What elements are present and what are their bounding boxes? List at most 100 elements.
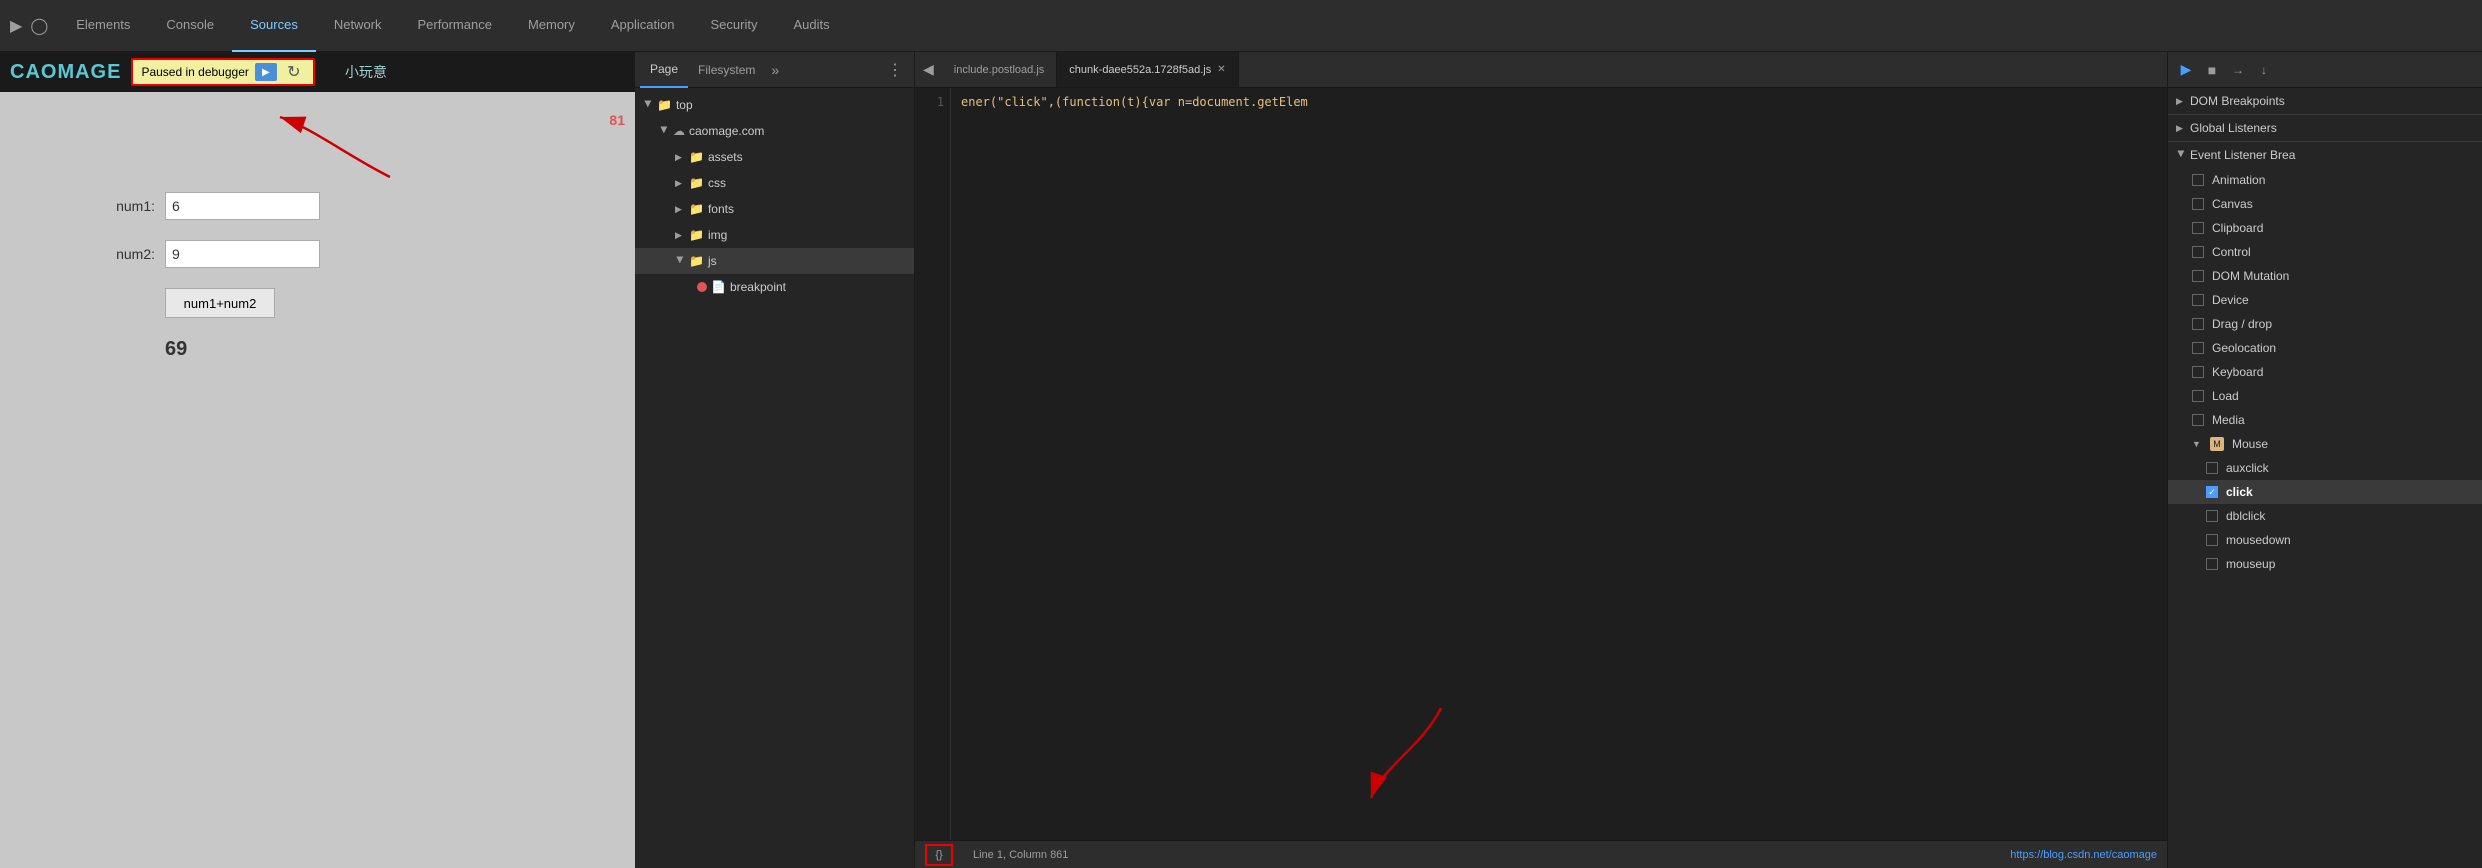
editor-tab-postload[interactable]: include.postload.js: [942, 52, 1058, 88]
tab-elements[interactable]: Elements: [58, 0, 148, 52]
load-checkbox[interactable]: [2192, 390, 2204, 402]
control-checkbox[interactable]: [2192, 246, 2204, 258]
filetree-tab-page[interactable]: Page: [640, 52, 688, 88]
devtools-topbar: ▶ ◯ Elements Console Sources Network Per…: [0, 0, 2482, 52]
tab-application[interactable]: Application: [593, 0, 693, 52]
filetree-item-caomage[interactable]: ▶ ☁ caomage.com: [635, 118, 914, 144]
caomage-label: caomage.com: [689, 124, 764, 138]
bp-item-load[interactable]: Load: [2168, 384, 2482, 408]
mouseup-checkbox[interactable]: [2206, 558, 2218, 570]
bp-item-geolocation[interactable]: Geolocation: [2168, 336, 2482, 360]
click-label: click: [2226, 485, 2253, 499]
bp-resume-icon[interactable]: ▶: [2176, 60, 2196, 80]
more-tabs-icon[interactable]: »: [765, 62, 785, 78]
assets-label: assets: [708, 150, 743, 164]
dom-mutation-checkbox[interactable]: [2192, 270, 2204, 282]
play-resume-button[interactable]: [255, 63, 277, 81]
line-num-1: 1: [915, 92, 944, 112]
filetree-item-top[interactable]: ▶ 📁 top: [635, 92, 914, 118]
bp-item-keyboard[interactable]: Keyboard: [2168, 360, 2482, 384]
num1-label: num1:: [100, 198, 155, 214]
bp-item-animation[interactable]: Animation: [2168, 168, 2482, 192]
status-link[interactable]: https://blog.csdn.net/caomage: [2010, 849, 2157, 861]
inspect-icon[interactable]: ▶: [10, 16, 22, 36]
calc-button-row: num1+num2: [100, 288, 535, 318]
clipboard-checkbox[interactable]: [2192, 222, 2204, 234]
canvas-label: Canvas: [2212, 197, 2253, 211]
bp-item-mouseup[interactable]: mouseup: [2168, 552, 2482, 576]
bp-deactivate-icon[interactable]: ■: [2202, 60, 2222, 80]
bp-item-clipboard[interactable]: Clipboard: [2168, 216, 2482, 240]
bp-item-mouse[interactable]: ▼ M Mouse: [2168, 432, 2482, 456]
keyboard-checkbox[interactable]: [2192, 366, 2204, 378]
editor-tab-chunk[interactable]: chunk-daee552a.1728f5ad.js ✕: [1057, 52, 1238, 88]
animation-checkbox[interactable]: [2192, 174, 2204, 186]
tab-performance[interactable]: Performance: [400, 0, 510, 52]
filetree-menu-icon[interactable]: ⋮: [881, 60, 909, 80]
filetree-sidebar: Page Filesystem » ⋮ ▶ 📁 top ▶ ☁: [635, 52, 915, 868]
filetree-item-css[interactable]: ▶ 📁 css: [635, 170, 914, 196]
device-checkbox[interactable]: [2192, 294, 2204, 306]
step-over-button[interactable]: ↻: [283, 63, 305, 81]
dom-breakpoints-header[interactable]: ▶ DOM Breakpoints: [2168, 88, 2482, 114]
code-text[interactable]: ener("click",(function(t){var n=document…: [951, 88, 2167, 840]
mousedown-label: mousedown: [2226, 533, 2291, 547]
geolocation-checkbox[interactable]: [2192, 342, 2204, 354]
calc-button[interactable]: num1+num2: [165, 288, 275, 318]
filetree-item-js[interactable]: ▶ 📁 js: [635, 248, 914, 274]
num1-input[interactable]: [165, 192, 320, 220]
chunk-tab-close[interactable]: ✕: [1217, 64, 1225, 75]
auxclick-checkbox[interactable]: [2206, 462, 2218, 474]
bp-item-auxclick[interactable]: auxclick: [2168, 456, 2482, 480]
expand-icon[interactable]: ◀: [915, 61, 942, 78]
global-listeners-section: ▶ Global Listeners: [2168, 115, 2482, 142]
bp-item-media[interactable]: Media: [2168, 408, 2482, 432]
bp-stepinto-icon[interactable]: ↓: [2254, 60, 2274, 80]
breakpoint-dot-icon: [697, 282, 707, 292]
filetree-item-assets[interactable]: ▶ 📁 assets: [635, 144, 914, 170]
media-checkbox[interactable]: [2192, 414, 2204, 426]
bp-item-control[interactable]: Control: [2168, 240, 2482, 264]
filetree-item-fonts[interactable]: ▶ 📁 fonts: [635, 196, 914, 222]
tab-memory[interactable]: Memory: [510, 0, 593, 52]
event-listener-section: ▶ Event Listener Brea Animation Canvas C…: [2168, 142, 2482, 868]
bp-item-click[interactable]: click: [2168, 480, 2482, 504]
bp-item-drag[interactable]: Drag / drop: [2168, 312, 2482, 336]
top-folder-icon: 📁: [657, 98, 672, 112]
control-label: Control: [2212, 245, 2251, 259]
event-label: Event Listener Brea: [2190, 148, 2295, 162]
clipboard-label: Clipboard: [2212, 221, 2263, 235]
tab-security[interactable]: Security: [693, 0, 776, 52]
canvas-checkbox[interactable]: [2192, 198, 2204, 210]
tab-sources[interactable]: Sources: [232, 0, 316, 52]
drag-checkbox[interactable]: [2192, 318, 2204, 330]
tab-console[interactable]: Console: [148, 0, 232, 52]
bp-item-dblclick[interactable]: dblclick: [2168, 504, 2482, 528]
bp-stepover-icon[interactable]: →: [2228, 60, 2248, 80]
code-editor-area: ◀ include.postload.js chunk-daee552a.172…: [915, 52, 2167, 868]
bp-item-mousedown[interactable]: mousedown: [2168, 528, 2482, 552]
tab-network[interactable]: Network: [316, 0, 400, 52]
bp-item-dom-mutation[interactable]: DOM Mutation: [2168, 264, 2482, 288]
filetree-item-breakpoint[interactable]: 📄 breakpoint: [635, 274, 914, 300]
line-numbers-gutter: 1: [915, 88, 951, 840]
bp-item-canvas[interactable]: Canvas: [2168, 192, 2482, 216]
num1-row: num1:: [100, 192, 535, 220]
dblclick-checkbox[interactable]: [2206, 510, 2218, 522]
filetree-tab-filesystem[interactable]: Filesystem: [688, 52, 765, 88]
mousedown-checkbox[interactable]: [2206, 534, 2218, 546]
global-listeners-header[interactable]: ▶ Global Listeners: [2168, 115, 2482, 141]
mobile-icon[interactable]: ◯: [30, 16, 48, 36]
filetree-item-img[interactable]: ▶ 📁 img: [635, 222, 914, 248]
bp-item-device[interactable]: Device: [2168, 288, 2482, 312]
filetree: ▶ 📁 top ▶ ☁ caomage.com ▶ 📁 assets: [635, 88, 914, 868]
num2-input[interactable]: [165, 240, 320, 268]
dblclick-label: dblclick: [2226, 509, 2265, 523]
format-button[interactable]: {}: [925, 844, 953, 866]
top-arrow-icon: ▶: [643, 100, 654, 110]
click-checkbox[interactable]: [2206, 486, 2218, 498]
code-line-1: ener("click",(function(t){var n=document…: [961, 95, 1308, 109]
tab-audits[interactable]: Audits: [775, 0, 847, 52]
event-listener-header[interactable]: ▶ Event Listener Brea: [2168, 142, 2482, 168]
mouseup-label: mouseup: [2226, 557, 2275, 571]
